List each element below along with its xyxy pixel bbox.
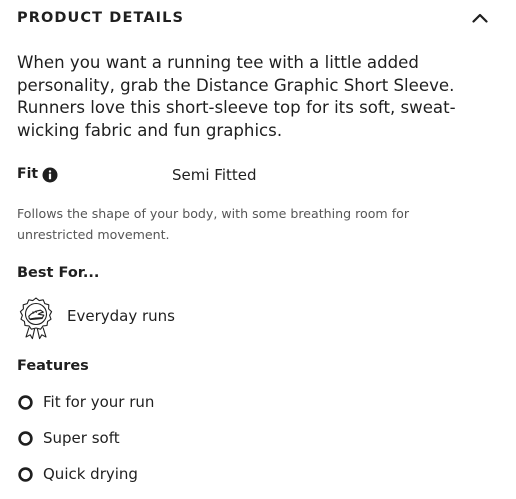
fit-row: Fit Semi Fitted bbox=[17, 165, 487, 187]
feature-item: Super soft bbox=[17, 428, 317, 450]
best-for-item: Everyday runs bbox=[16, 296, 316, 340]
section-title: PRODUCT DETAILS bbox=[17, 10, 185, 26]
fit-value: Semi Fitted bbox=[172, 166, 257, 184]
product-details-header-toggle[interactable]: PRODUCT DETAILS bbox=[17, 5, 495, 31]
info-icon[interactable] bbox=[42, 167, 58, 183]
best-for-heading: Best For... bbox=[17, 265, 100, 281]
award-badge-icon bbox=[16, 296, 56, 340]
feature-item: Fit for your run bbox=[17, 392, 317, 414]
circle-icon bbox=[18, 431, 33, 446]
product-description: When you want a running tee with a littl… bbox=[17, 53, 456, 140]
best-for-label: Everyday runs bbox=[67, 307, 175, 325]
circle-icon bbox=[18, 395, 33, 410]
chevron-up-icon[interactable] bbox=[471, 11, 489, 25]
circle-icon bbox=[18, 467, 33, 482]
product-details-panel: PRODUCT DETAILS When you want a running … bbox=[0, 0, 516, 499]
fit-label: Fit bbox=[17, 166, 39, 182]
feature-label: Fit for your run bbox=[43, 393, 155, 411]
feature-item: Quick drying bbox=[17, 464, 317, 486]
feature-label: Super soft bbox=[43, 429, 120, 447]
features-heading: Features bbox=[17, 358, 89, 374]
fit-description: Follows the shape of your body, with som… bbox=[17, 206, 410, 242]
feature-label: Quick drying bbox=[43, 465, 138, 483]
